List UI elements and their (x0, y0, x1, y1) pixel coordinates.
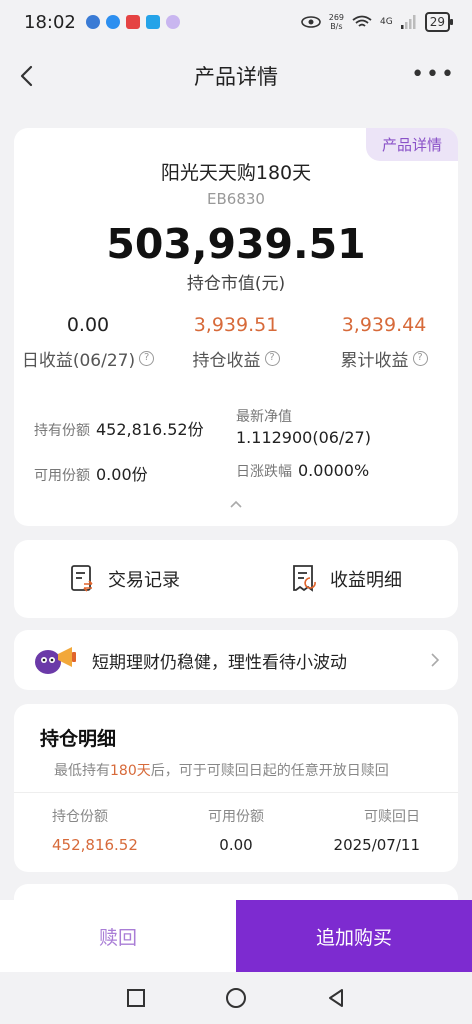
system-nav-bar (0, 972, 472, 1024)
col-available-shares: 可用份额 (208, 809, 264, 825)
col-held-shares: 持仓份额 (52, 809, 108, 825)
notice-text: 短期理财仍稳健，理性看待小波动 (92, 652, 347, 673)
product-name: 阳光天天购180天 (160, 162, 312, 184)
daily-income-value: 0.00 (66, 314, 110, 336)
latest-nav-label: 最新净值 (236, 409, 292, 425)
daily-income-label: 日收益(06/27) (21, 351, 136, 371)
available-shares-label: 可用份额 (34, 468, 90, 484)
held-shares-value: 452,816.52份 (96, 420, 204, 439)
holding-income-value: 3,939.51 (193, 314, 279, 336)
page-title: 产品详情 (194, 65, 278, 89)
holdings-desc-prefix: 最低持有 (54, 763, 110, 779)
cumulative-income-value: 3,939.44 (341, 314, 427, 336)
latest-nav: 最新净值 1.112900(06/27) (236, 406, 438, 447)
back-arrow-icon[interactable] (14, 62, 42, 90)
trade-records-label: 交易记录 (108, 570, 180, 591)
market-notice-banner[interactable]: 短期理财仍稳健，理性看待小波动 (14, 630, 458, 690)
holding-income-label: 持仓收益 (192, 351, 261, 371)
available-shares-value: 0.00份 (96, 465, 148, 484)
product-code: EB6830 (207, 190, 265, 208)
holdings-title: 持仓明细 (40, 728, 117, 750)
holdings-description: 最低持有180天后，可于可赎回日起的任意开放日赎回 (54, 760, 389, 780)
daily-change-label: 日涨跌幅 (236, 464, 292, 480)
daily-income-metric: 0.00 日收益(06/27) ? (14, 314, 162, 371)
cell-held-shares: 452,816.52 (52, 836, 138, 854)
latest-nav-value: 1.112900(06/27) (236, 428, 371, 447)
app-notification-icon (85, 15, 100, 29)
holdings-desc-suffix: 后，可于可赎回日起的任意开放日赎回 (150, 763, 389, 779)
status-time: 18:02 (24, 11, 76, 33)
megaphone-mascot-icon (35, 647, 76, 674)
net-speed-unit: B/s (330, 22, 343, 31)
page-header: 产品详情 ••• (0, 44, 472, 108)
product-detail-tag[interactable]: 产品详情 (365, 128, 458, 161)
cumulative-income-label-group[interactable]: 累计收益 ? (341, 346, 428, 371)
holding-details: 持有份额 452,816.52份 最新净值 1.112900(06/27) 可用… (34, 406, 444, 499)
red-app-icon (125, 15, 140, 29)
net-speed-value: 269 (328, 13, 345, 22)
bottom-action-bar: 赎回 追加购买 (0, 900, 472, 972)
held-shares-label: 持有份额 (34, 423, 90, 439)
product-summary-card: 产品详情 阳光天天购180天 EB6830 503,939.51 持仓市值(元)… (14, 128, 458, 526)
message-icon (105, 15, 120, 29)
wifi-icon (352, 15, 372, 27)
back-icon[interactable] (325, 987, 347, 1009)
small-app-icon (165, 15, 180, 29)
help-icon[interactable]: ? (264, 351, 280, 366)
divider (14, 792, 458, 793)
available-shares: 可用份额 0.00份 (34, 461, 236, 485)
cumulative-income-label: 累计收益 (340, 351, 409, 371)
records-card: 交易记录 收益明细 (14, 540, 458, 618)
redeem-button[interactable]: 赎回 (0, 900, 236, 972)
battery-icon: 29 (424, 12, 454, 32)
income-details-button[interactable]: 收益明细 (236, 564, 458, 594)
income-detail-icon (293, 565, 316, 592)
daily-income-label-group[interactable]: 日收益(06/27) ? (21, 346, 155, 371)
trade-record-icon (71, 565, 93, 592)
eye-comfort-icon (300, 16, 321, 28)
help-icon[interactable]: ? (412, 351, 428, 366)
holdings-desc-highlight: 180天 (110, 763, 151, 779)
signal-bars-icon (400, 15, 416, 29)
market-value: 503,939.51 (106, 220, 366, 268)
holding-income-metric: 3,939.51 持仓收益 ? (162, 314, 310, 371)
holdings-detail-card: 持仓明细 最低持有180天后，可于可赎回日起的任意开放日赎回 持仓份额 可用份额… (14, 704, 458, 872)
income-details-label: 收益明细 (330, 570, 402, 591)
collapse-caret-icon[interactable] (230, 500, 242, 508)
daily-change-value: 0.0000% (298, 461, 370, 480)
help-icon[interactable]: ? (139, 351, 155, 366)
signal-type: 4G (380, 17, 393, 27)
held-shares: 持有份额 452,816.52份 (34, 406, 236, 447)
chevron-right-icon (431, 653, 440, 667)
more-options-icon[interactable]: ••• (411, 64, 456, 86)
search-app-icon (145, 15, 160, 29)
cumulative-income-metric: 3,939.44 累计收益 ? (310, 314, 458, 371)
income-metrics: 0.00 日收益(06/27) ? 3,939.51 持仓收益 ? 3,939.… (14, 314, 458, 371)
table-row: 452,816.52 0.00 2025/07/11 (14, 836, 458, 854)
notification-icons (85, 15, 180, 29)
holdings-table-header: 持仓份额 可用份额 可赎回日 (14, 806, 458, 826)
status-bar: 18:02 269 B/s 4G 29 (0, 0, 472, 44)
home-icon[interactable] (225, 987, 247, 1009)
net-speed: 269 B/s (329, 13, 344, 31)
holding-income-label-group[interactable]: 持仓收益 ? (193, 346, 280, 371)
daily-change: 日涨跌幅 0.0000% (236, 461, 438, 485)
cell-redeemable-date: 2025/07/11 (333, 836, 420, 854)
cell-available-shares: 0.00 (219, 836, 253, 854)
col-redeemable-date: 可赎回日 (364, 809, 420, 825)
add-purchase-button[interactable]: 追加购买 (236, 900, 472, 972)
recent-apps-icon[interactable] (125, 987, 147, 1009)
market-value-label: 持仓市值(元) (186, 274, 286, 294)
trade-records-button[interactable]: 交易记录 (14, 564, 236, 594)
